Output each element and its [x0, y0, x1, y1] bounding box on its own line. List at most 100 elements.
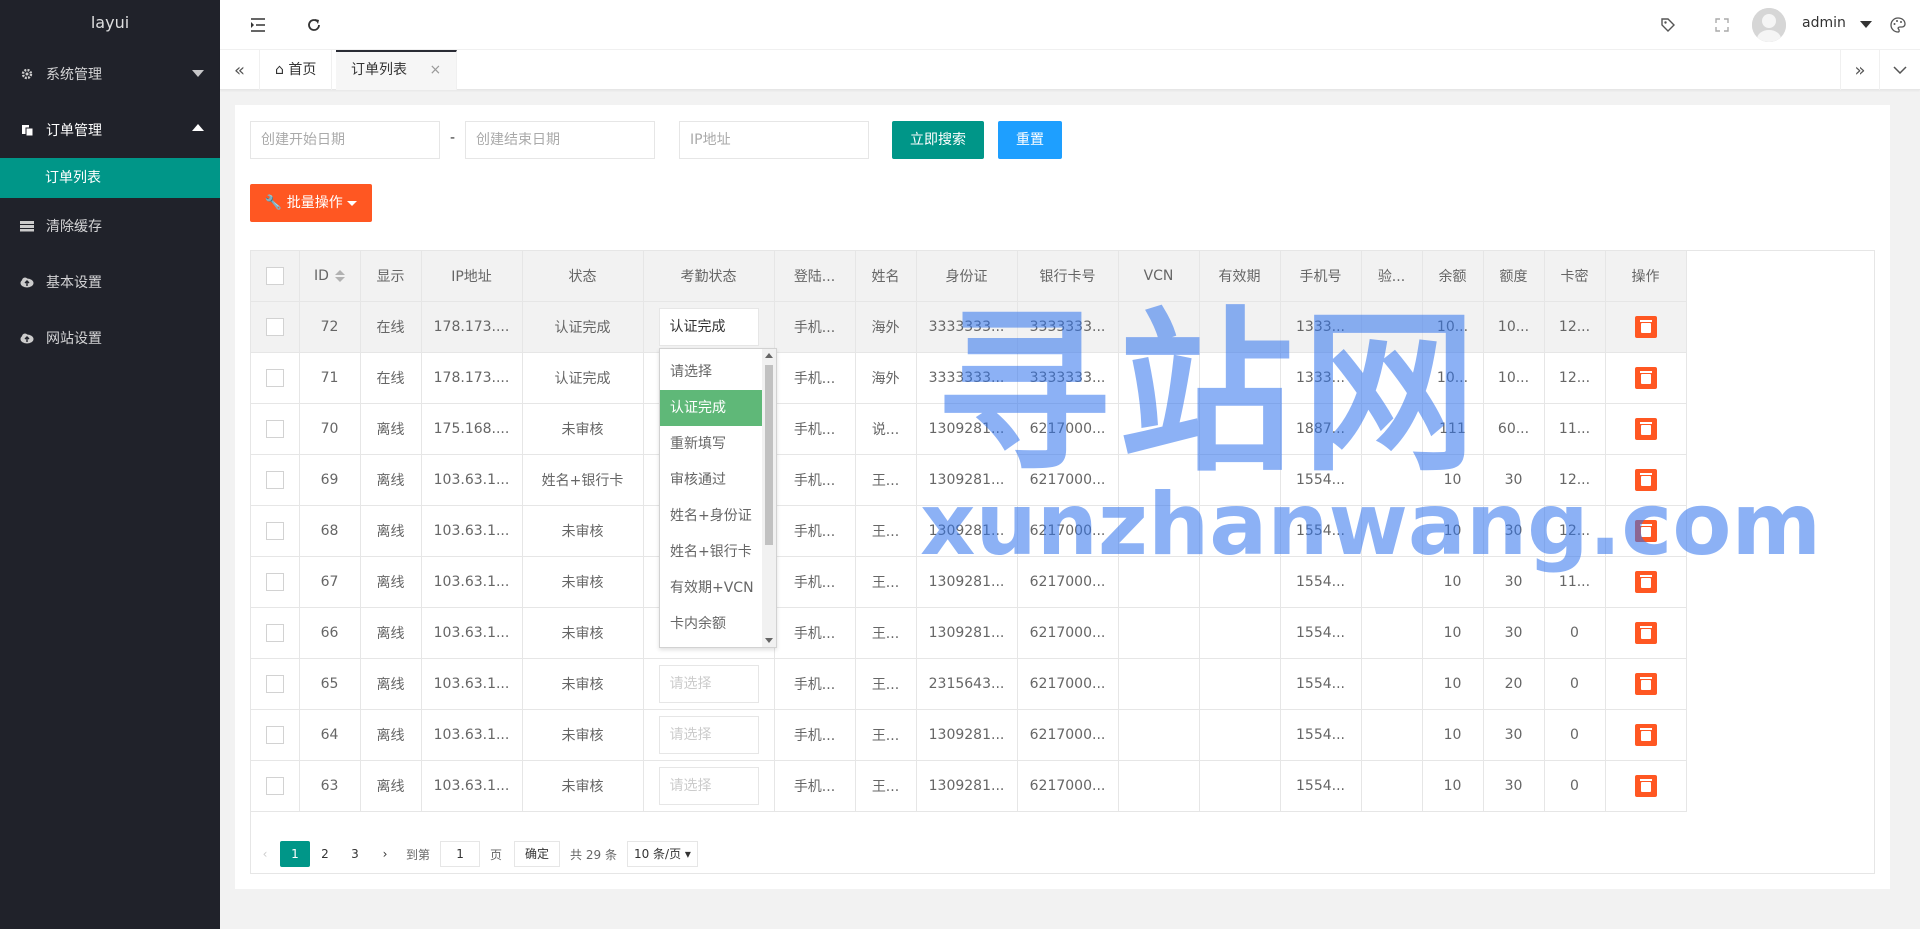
cell-balance: 10 — [1422, 760, 1484, 812]
delete-icon[interactable] — [1634, 519, 1657, 542]
scroll-thumb[interactable] — [765, 365, 773, 545]
cell-phone: 1554... — [1280, 505, 1362, 557]
row-checkbox[interactable] — [251, 505, 300, 557]
row-checkbox[interactable] — [251, 709, 300, 761]
batch-action-button[interactable]: 🔧 批量操作 — [250, 184, 372, 222]
dropdown-option[interactable]: 重新填写 — [660, 426, 762, 462]
start-date-input[interactable]: 创建开始日期 — [250, 121, 440, 159]
reset-button[interactable]: 重置 — [998, 121, 1062, 159]
delete-icon[interactable] — [1634, 417, 1657, 440]
prev-page-icon[interactable]: ‹ — [250, 841, 280, 867]
menu-fold-icon[interactable] — [248, 15, 268, 35]
sidebar-item-label: 基本设置 — [46, 275, 102, 291]
page-1[interactable]: 1 — [280, 841, 310, 867]
sidebar-item-site-settings[interactable]: 网站设置 — [0, 310, 220, 366]
goto-page-input[interactable]: 1 — [440, 841, 481, 867]
row-checkbox[interactable] — [251, 607, 300, 659]
user-name[interactable]: admin — [1802, 15, 1846, 31]
tab-label: 订单列表 — [351, 62, 407, 78]
row-checkbox[interactable] — [251, 556, 300, 608]
delete-icon[interactable] — [1634, 366, 1657, 389]
theme-icon[interactable] — [1888, 15, 1908, 35]
actions-cell — [1605, 556, 1687, 608]
select-all-checkbox[interactable] — [251, 251, 300, 302]
end-date-input[interactable]: 创建结束日期 — [465, 121, 655, 159]
sidebar-subitem-order-list[interactable]: 订单列表 — [0, 158, 220, 198]
cell-idcard: 1309281... — [916, 760, 1018, 812]
attendance-select[interactable]: 请选择 — [658, 664, 759, 703]
cell-vcn — [1118, 454, 1200, 506]
dropdown-option[interactable]: 卡内余额 — [660, 606, 762, 642]
col-id[interactable]: ID — [299, 251, 361, 302]
page-size-select[interactable]: 10 条/页 ▾ — [626, 841, 698, 867]
attendance-select[interactable]: 请选择 — [658, 766, 759, 805]
page-3[interactable]: 3 — [340, 841, 370, 867]
cell-ip: 178.173.... — [421, 301, 523, 353]
cell-exp — [1199, 403, 1281, 455]
delete-icon[interactable] — [1634, 723, 1657, 746]
cell-idcard: 3333333... — [916, 301, 1018, 353]
tag-icon[interactable] — [1658, 15, 1678, 35]
col-expiry: 有效期 — [1199, 251, 1281, 302]
close-icon[interactable]: × — [429, 62, 441, 78]
confirm-page-button[interactable]: 确定 — [514, 841, 561, 867]
table-row: 63 离线 103.63.1... 未审核 请选择 手机... 王... 1309281...… — [251, 760, 1687, 812]
cell-show: 在线 — [360, 301, 422, 353]
dropdown-option[interactable]: 姓名+银行卡 — [660, 534, 762, 570]
fullscreen-icon[interactable] — [1712, 15, 1732, 35]
sidebar-item-system[interactable]: 系统管理 — [0, 46, 220, 102]
delete-icon[interactable] — [1634, 468, 1657, 491]
row-checkbox[interactable] — [251, 301, 300, 353]
next-page-icon[interactable]: › — [370, 841, 400, 867]
cell-card: 0 — [1544, 607, 1606, 659]
cell-exp — [1199, 301, 1281, 353]
cell-name: 王... — [855, 556, 917, 608]
cell-login: 手机... — [774, 607, 856, 659]
tab-order-list[interactable]: 订单列表 × — [336, 50, 458, 90]
scroll-down-icon[interactable] — [765, 638, 773, 643]
cell-phone: 1554... — [1280, 658, 1362, 710]
row-checkbox[interactable] — [251, 352, 300, 404]
top-header: admin — [220, 0, 1920, 50]
attendance-select[interactable]: 认证完成 — [658, 307, 759, 346]
row-checkbox[interactable] — [251, 403, 300, 455]
refresh-icon[interactable] — [304, 15, 324, 35]
scroll-up-icon[interactable] — [765, 353, 773, 358]
dropdown-scrollbar[interactable] — [762, 349, 776, 647]
sidebar-item-orders[interactable]: 订单管理 — [0, 102, 220, 158]
cell-vcn — [1118, 658, 1200, 710]
page-2[interactable]: 2 — [310, 841, 340, 867]
delete-icon[interactable] — [1634, 315, 1657, 338]
dropdown-option[interactable]: 审核通过 — [660, 462, 762, 498]
avatar[interactable] — [1752, 8, 1786, 42]
tab-home[interactable]: ⌂ 首页 — [260, 50, 333, 90]
delete-icon[interactable] — [1634, 774, 1657, 797]
delete-icon[interactable] — [1634, 570, 1657, 593]
attendance-select[interactable]: 请选择 — [658, 715, 759, 754]
sidebar-item-basic-settings[interactable]: 基本设置 — [0, 254, 220, 310]
row-checkbox[interactable] — [251, 658, 300, 710]
sidebar-item-clear-cache[interactable]: 清除缓存 — [0, 198, 220, 254]
search-button[interactable]: 立即搜索 — [892, 121, 984, 159]
dropdown-option[interactable]: 请选择 — [660, 354, 762, 390]
cell-phone: 1554... — [1280, 607, 1362, 659]
row-checkbox[interactable] — [251, 760, 300, 812]
delete-icon[interactable] — [1634, 672, 1657, 695]
cell-verify — [1361, 658, 1423, 710]
chevron-down-icon[interactable] — [1880, 50, 1920, 90]
cell-bank: 6217000... — [1017, 556, 1119, 608]
cell-idcard: 1309281... — [916, 454, 1018, 506]
delete-icon[interactable] — [1634, 621, 1657, 644]
actions-cell — [1605, 301, 1687, 353]
dropdown-option[interactable]: 有效期+VCN — [660, 570, 762, 606]
cell-card: 0 — [1544, 658, 1606, 710]
ip-input[interactable]: IP地址 — [679, 121, 869, 159]
dropdown-option[interactable]: 认证完成 — [660, 390, 762, 426]
dropdown-option[interactable]: 姓名+身份证 — [660, 498, 762, 534]
caret-down-icon[interactable] — [1860, 21, 1872, 28]
row-checkbox[interactable] — [251, 454, 300, 506]
tabs-next-icon[interactable]: » — [1840, 50, 1880, 90]
tabs-prev-icon[interactable]: « — [220, 50, 260, 90]
cell-status: 认证完成 — [522, 301, 644, 353]
sort-icon[interactable] — [334, 269, 345, 282]
